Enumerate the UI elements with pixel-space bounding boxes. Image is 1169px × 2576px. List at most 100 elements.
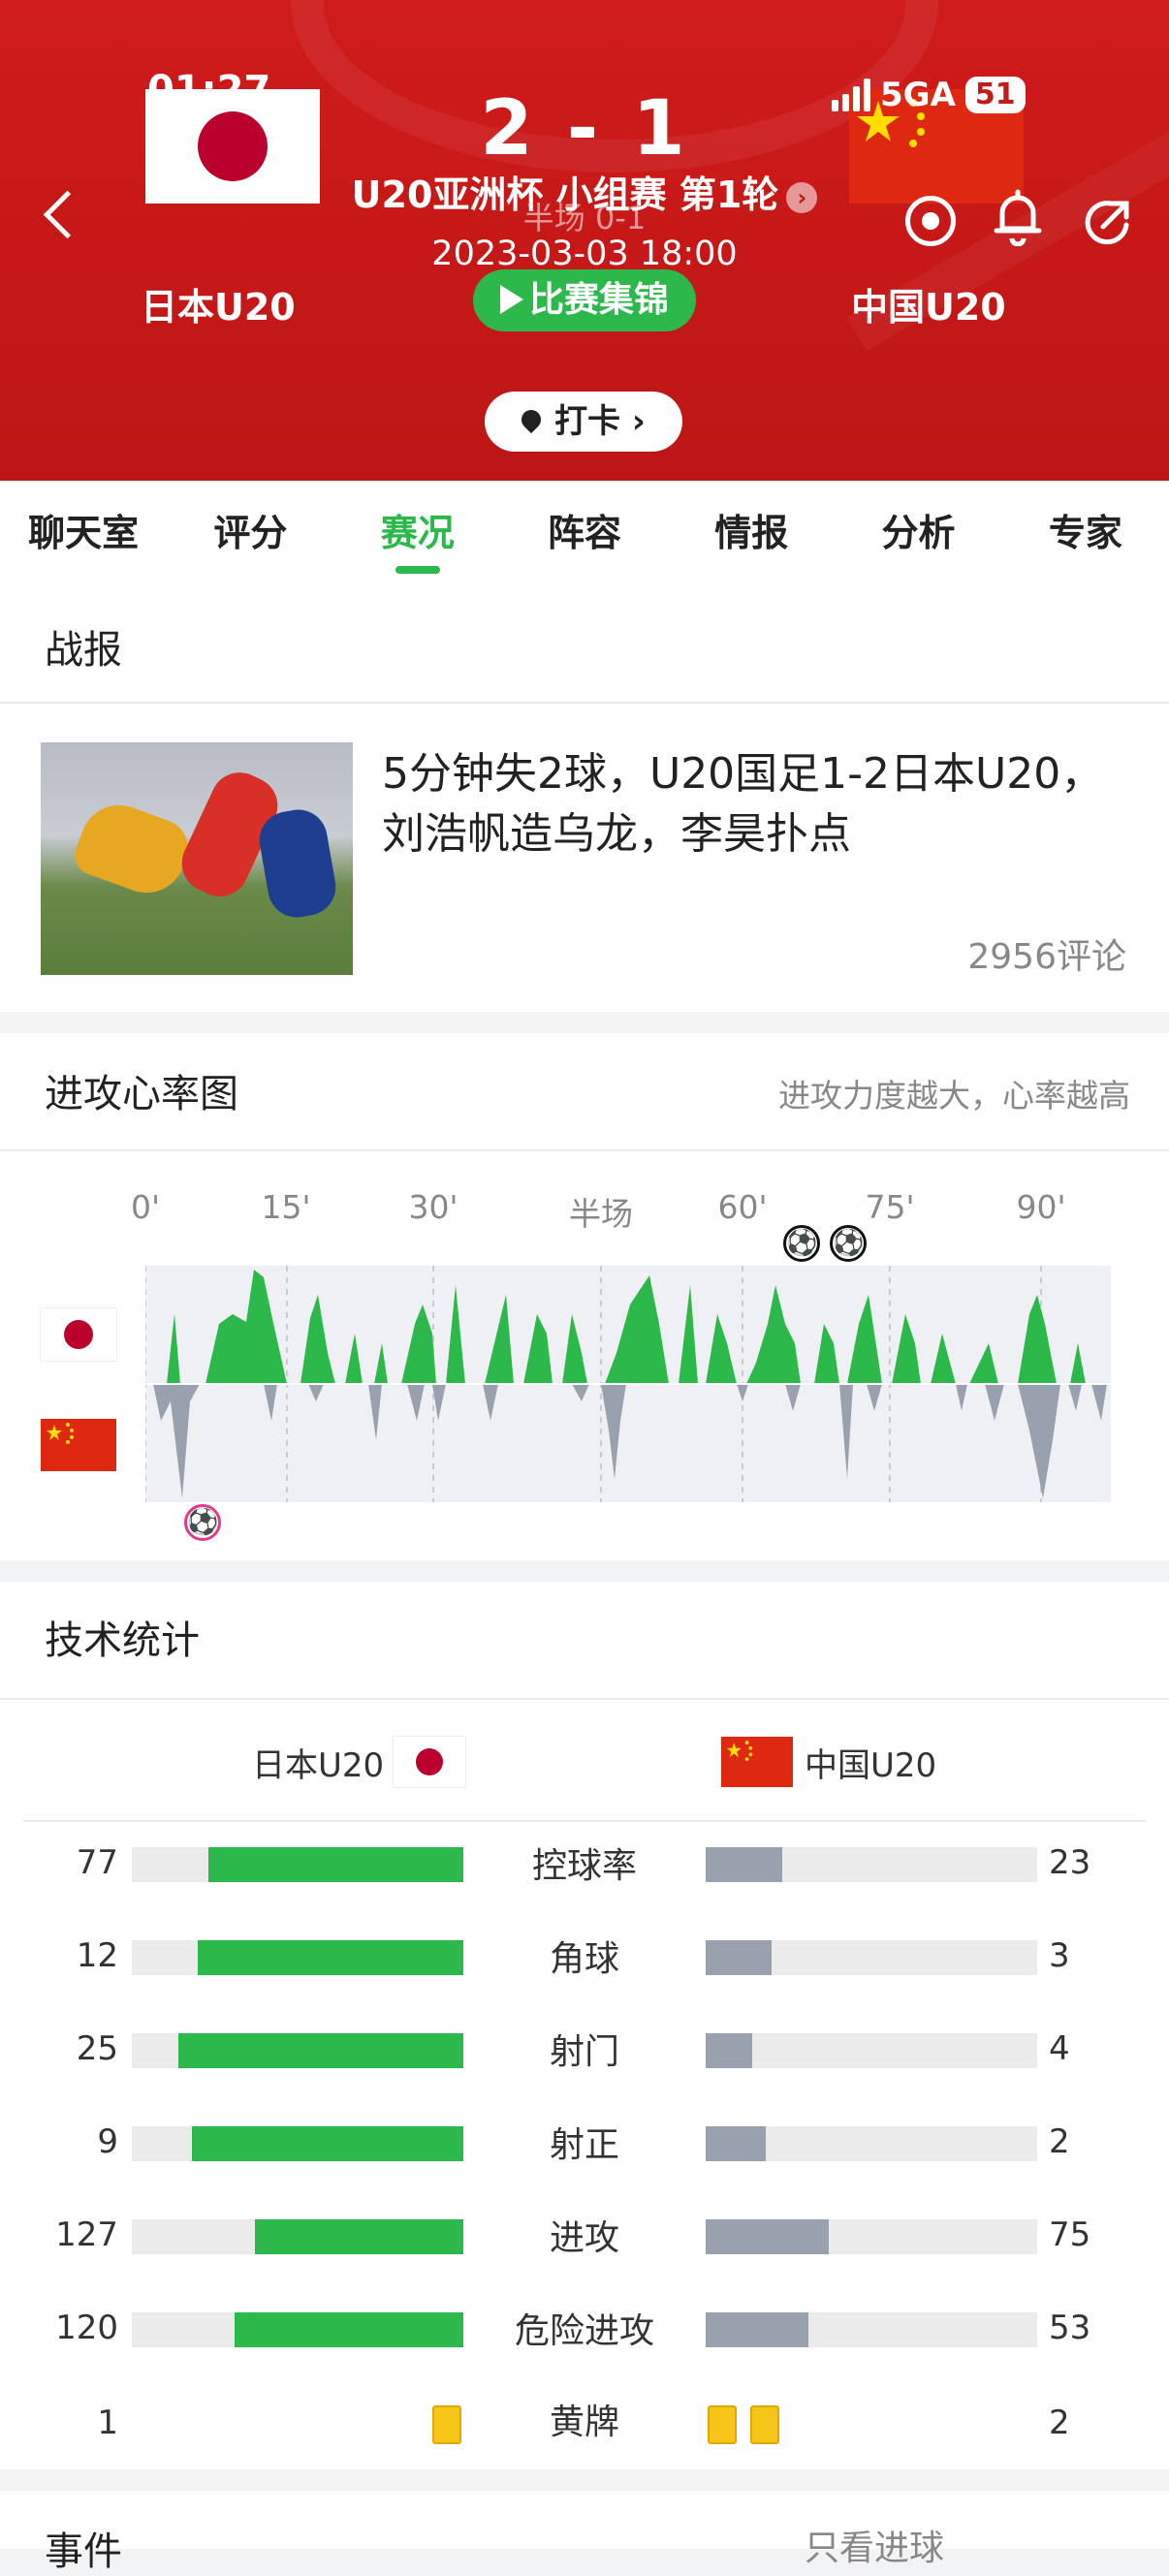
stat-row: 120 危险进攻 53 [0,2299,1169,2357]
tech-stats-title: 技术统计 [45,1618,200,1663]
tab-ratings[interactable]: 评分 [167,481,333,591]
stat-label: 射门 [549,2032,619,2072]
yellow-card-icon [750,2405,779,2444]
home-stat-track [132,2219,463,2254]
stat-home-value: 127 [55,2215,118,2254]
stat-away-value: 3 [1049,1936,1070,1975]
stat-row: 9 射正 2 [0,2113,1169,2171]
tick-label: 90' [1016,1188,1066,1226]
stat-home-value: 120 [55,2309,118,2347]
back-arrow-icon[interactable] [43,190,92,239]
home-stat-bar [198,1940,463,1975]
away-stat-bar [706,1847,782,1882]
home-stat-bar [254,2219,463,2254]
tick-label: 0' [130,1188,161,1226]
stat-home-value: 9 [97,2122,118,2161]
stat-label: 进攻 [549,2218,619,2258]
stats-away-label: 中国U20 [805,1746,937,1785]
tick-label: 15' [261,1188,311,1226]
home-stat-track [132,1940,463,1975]
away-stat-track [706,1940,1037,1975]
share-icon[interactable] [1082,196,1136,254]
checkin-button[interactable]: 打卡 › [485,392,682,452]
tab-intel[interactable]: 情报 [668,481,835,591]
away-stat-bar [706,2312,809,2347]
tick-label: 30' [408,1188,458,1226]
match-header: 01:27 5GA 51 2 - 1 U20亚洲杯 小组赛 第1轮› 半场 0-… [0,0,1169,481]
divider [0,702,1169,704]
news-headline[interactable]: 5分钟失2球，U20国足1-2日本U20，刘浩帆造乌龙，李昊扑点 [382,744,1119,864]
tick-label: 半场 [569,1195,633,1233]
match-datetime: 2023-03-03 18:00 [431,235,738,273]
yellow-card-icon [708,2405,737,2444]
chevron-right-icon: › [786,181,818,213]
stat-home-value: 25 [76,2029,118,2068]
tab-lineup[interactable]: 阵容 [501,481,668,591]
away-stat-track [706,1847,1037,1882]
away-team-name[interactable]: 中国U20 [851,277,1006,330]
japan-flag-icon [394,1737,465,1787]
stat-away-value: 53 [1049,2309,1091,2347]
stat-home-value: 1 [97,2403,118,2442]
home-stat-track [132,2126,463,2161]
away-stat-track [706,2219,1037,2254]
stat-away-value: 2 [1049,2122,1070,2161]
china-flag-icon [721,1737,793,1787]
stat-away-value: 4 [1049,2029,1070,2068]
goal-ball-icon: ⚽ [830,1225,867,1262]
stat-label: 黄牌 [549,2403,619,2442]
tab-bar: 聊天室 评分 赛况 阵容 情报 分析 专家 [0,481,1169,591]
away-stat-track [706,2033,1037,2068]
home-stat-bar [177,2033,463,2068]
highlights-label: 比赛集锦 [528,280,669,320]
events-section-title: 事件 [45,2529,122,2574]
network-label: 5GA [880,76,956,114]
stats-home-label: 日本U20 [252,1746,385,1785]
match-score: 2 - 1 [480,85,689,173]
bell-icon[interactable] [993,188,1043,247]
play-icon [499,285,523,314]
stat-row: 77 控球率 23 [0,1834,1169,1892]
japan-flag-icon [41,1308,116,1361]
events-card [0,2491,1169,2549]
divider [0,1149,1169,1151]
heartrate-subtitle: 进攻力度越大，心率越高 [778,1077,1130,1115]
away-stat-bar [706,2033,752,2068]
home-stat-bar [207,1847,463,1882]
away-stat-track [706,2312,1037,2347]
goals-only-filter[interactable]: 只看进球 [805,2520,944,2570]
status-bar-right: 5GA 51 [832,76,1026,114]
goal-ball-icon: ⚽ [184,1504,221,1541]
stat-home-value: 12 [76,1936,118,1975]
tab-match-status[interactable]: 赛况 [334,481,501,591]
stat-away-value: 2 [1049,2403,1070,2442]
stat-row-yellow-cards: 1 黄牌 2 [0,2394,1169,2452]
heartrate-chart [145,1266,1111,1502]
stat-label: 危险进攻 [514,2311,654,2351]
home-team-name[interactable]: 日本U20 [141,277,296,330]
stat-label: 角球 [549,1939,619,1979]
home-stat-track [132,1847,463,1882]
stat-label: 控球率 [531,1846,637,1886]
report-section-title: 战报 [45,628,122,673]
away-stat-bar [706,2126,766,2161]
tab-experts[interactable]: 专家 [1002,481,1169,591]
stat-row: 25 射门 4 [0,2020,1169,2078]
tab-chatroom[interactable]: 聊天室 [0,481,167,591]
tick-label: 60' [717,1188,768,1226]
away-stat-bar [706,2219,829,2254]
home-stat-track [132,2033,463,2068]
heartrate-section-title: 进攻心率图 [45,1072,238,1116]
stat-row: 127 进攻 75 [0,2206,1169,2264]
stat-home-value: 77 [76,1843,118,1882]
away-stat-track [706,2126,1037,2161]
news-thumbnail[interactable] [41,742,353,975]
half-time-score: 半场 0-1 [522,200,647,236]
japan-flag-icon [145,89,320,204]
tab-analysis[interactable]: 分析 [835,481,1001,591]
stat-row: 12 角球 3 [0,1927,1169,1985]
location-pin-icon [517,405,546,433]
highlights-button[interactable]: 比赛集锦 [473,269,696,331]
checkin-label: 打卡 [554,402,621,441]
target-icon[interactable] [905,196,956,246]
